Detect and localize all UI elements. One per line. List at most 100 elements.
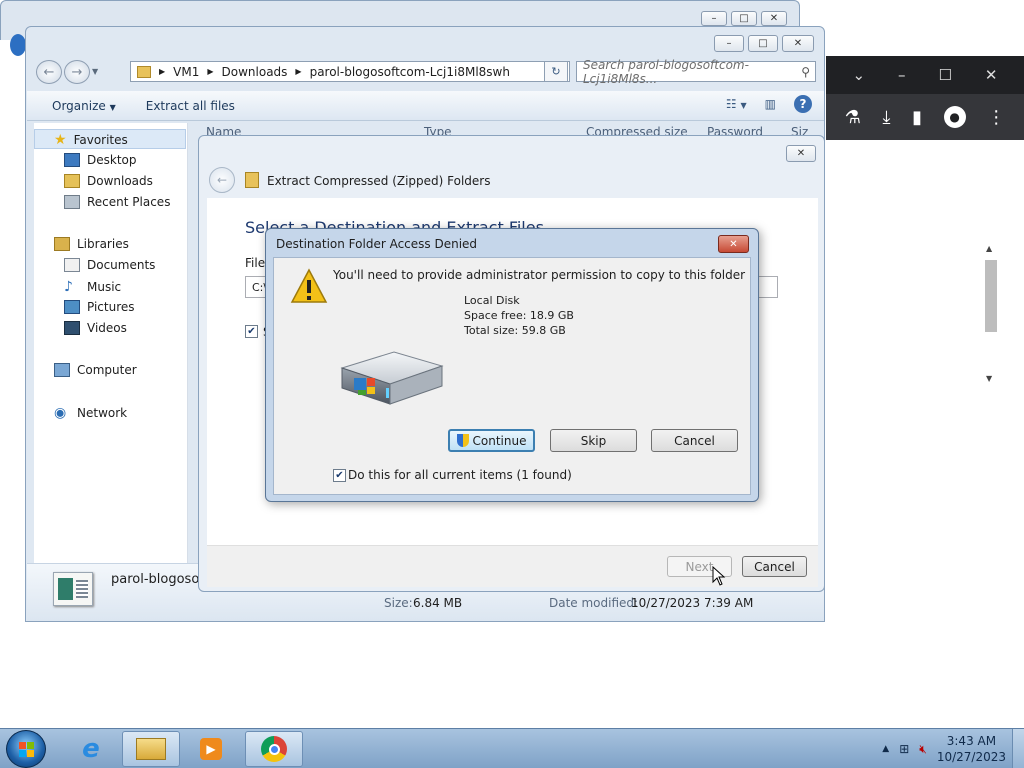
dialog-cancel-button[interactable]: Cancel	[651, 429, 738, 452]
clock-time: 3:43 AM	[946, 734, 997, 748]
organize-button[interactable]: Organize ▼	[52, 99, 116, 113]
mouse-cursor-icon	[712, 566, 726, 586]
recent-pages-icon[interactable]: ▼	[92, 67, 98, 76]
nav-libraries[interactable]: Libraries	[54, 237, 129, 251]
close-button[interactable]: ✕	[782, 35, 814, 52]
back-button[interactable]: ←	[36, 60, 62, 84]
search-icon[interactable]: ⚲	[801, 65, 810, 79]
command-bar: Organize ▼ Extract all files ☷ ▼ ▥ ?	[27, 91, 824, 121]
labs-icon[interactable]: ⚗	[845, 107, 861, 128]
nav-music[interactable]: ♪ Music	[64, 279, 121, 295]
folder-icon	[137, 65, 151, 78]
breadcrumb-downloads[interactable]: Downloads	[222, 65, 288, 79]
details-size-value: 6.84 MB	[413, 596, 463, 610]
network-icon: ◉	[54, 405, 67, 421]
close-button[interactable]: ✕	[786, 145, 816, 162]
nav-documents[interactable]: Documents	[64, 258, 155, 272]
minimize-button[interactable]: –	[701, 11, 727, 26]
taskbar-chrome[interactable]	[245, 731, 303, 767]
nav-pictures[interactable]: Pictures	[64, 300, 135, 314]
profile-icon[interactable]: ●	[943, 106, 966, 128]
show-hidden-icons-icon[interactable]: ▲	[882, 744, 889, 754]
shield-icon	[456, 434, 469, 447]
maximize-button[interactable]: □	[731, 11, 757, 26]
show-files-checkbox[interactable]: ✔	[245, 325, 258, 338]
chrome-titlebar: ⌄ – ☐ ✕	[826, 56, 1024, 94]
network-status-icon[interactable]: ⊞	[899, 742, 909, 756]
maximize-icon[interactable]: ☐	[939, 66, 952, 84]
chevron-down-icon[interactable]: ⌄	[852, 66, 865, 84]
disk-name: Local Disk	[464, 294, 520, 307]
downloads-folder-icon	[64, 174, 80, 188]
warning-icon	[290, 268, 328, 303]
search-input[interactable]: Search parol-blogosoftcom-Lcj1i8Ml8s... …	[576, 58, 816, 86]
breadcrumb-vm1[interactable]: VM1	[173, 65, 199, 79]
documents-icon	[64, 258, 80, 272]
nav-computer[interactable]: Computer	[54, 363, 137, 377]
nav-recent-places[interactable]: Recent Places	[64, 195, 170, 209]
nav-desktop[interactable]: Desktop	[64, 153, 137, 167]
star-icon: ★	[54, 132, 67, 148]
address-bar[interactable]: ▶ VM1 ▶ Downloads ▶ parol-blogosoftcom-L…	[130, 61, 570, 82]
close-icon[interactable]: ✕	[985, 66, 998, 84]
nav-pictures-label: Pictures	[87, 300, 135, 314]
minimize-button[interactable]: –	[714, 35, 744, 52]
do-for-all-checkbox[interactable]: ✔	[333, 469, 346, 482]
nav-favorites-label: Favorites	[73, 133, 128, 147]
nav-computer-label: Computer	[77, 363, 137, 377]
refresh-button[interactable]: ↻	[544, 61, 568, 82]
sidepanel-icon[interactable]: ▮	[912, 107, 922, 128]
taskbar-explorer[interactable]	[122, 731, 180, 767]
breadcrumb-separator-icon[interactable]: ▶	[159, 67, 165, 76]
scrollbar-thumb[interactable]	[985, 260, 997, 332]
recent-places-icon	[64, 195, 80, 209]
details-file-name: parol-blogosof	[111, 572, 204, 587]
scrollbar[interactable]: ▲ ▼	[984, 244, 998, 384]
maximize-button[interactable]: □	[748, 35, 778, 52]
close-button[interactable]: ✕	[718, 235, 749, 253]
minimize-icon[interactable]: –	[898, 66, 906, 84]
skip-button[interactable]: Skip	[550, 429, 637, 452]
nav-recent-label: Recent Places	[87, 195, 171, 209]
extract-all-button[interactable]: Extract all files	[146, 99, 235, 113]
taskbar-media-player[interactable]: ▶	[182, 731, 240, 767]
volume-muted-icon[interactable]: 🔇︎	[919, 742, 927, 757]
nav-downloads-label: Downloads	[87, 174, 153, 188]
download-icon[interactable]: ⤓	[883, 107, 891, 128]
nav-downloads[interactable]: Downloads	[64, 174, 153, 188]
wizard-back-button[interactable]: ←	[209, 167, 235, 193]
system-tray: ▲ ⊞ 🔇︎ 3:43 AM 10/27/2023	[882, 733, 1006, 765]
show-desktop-button[interactable]	[1012, 729, 1024, 768]
continue-button[interactable]: Continue	[448, 429, 535, 452]
details-modified-value: 10/27/2023 7:39 AM	[631, 596, 754, 610]
space-free: Space free: 18.9 GB	[464, 309, 574, 322]
menu-icon[interactable]: ⋮	[987, 107, 1005, 128]
libraries-icon	[54, 237, 70, 251]
nav-videos[interactable]: Videos	[64, 321, 127, 335]
forward-button[interactable]: →	[64, 60, 90, 84]
breadcrumb-separator-icon[interactable]: ▶	[207, 67, 213, 76]
scroll-down-icon[interactable]: ▼	[986, 374, 992, 383]
desktop-icon	[64, 153, 80, 167]
view-options-icon[interactable]: ☷ ▼	[726, 97, 747, 111]
wizard-cancel-button[interactable]: Cancel	[742, 556, 807, 577]
preview-pane-icon[interactable]: ▥	[765, 97, 776, 111]
breadcrumb-current[interactable]: parol-blogosoftcom-Lcj1i8Ml8swh	[310, 65, 510, 79]
nav-videos-label: Videos	[87, 321, 127, 335]
windows-logo-icon	[19, 742, 34, 757]
help-icon[interactable]: ?	[794, 95, 812, 113]
start-button[interactable]	[6, 730, 46, 768]
close-button[interactable]: ✕	[761, 11, 787, 26]
scroll-up-icon[interactable]: ▲	[986, 244, 992, 253]
nav-network[interactable]: ◉ Network	[54, 405, 127, 421]
access-denied-dialog: Destination Folder Access Denied ✕ You'l…	[265, 228, 759, 502]
nav-favorites[interactable]: ★ Favorites	[54, 132, 128, 148]
clock[interactable]: 3:43 AM 10/27/2023	[937, 733, 1006, 765]
taskbar-ie[interactable]: e	[62, 731, 120, 767]
file-thumbnail-icon	[53, 572, 93, 606]
nav-libraries-label: Libraries	[77, 237, 129, 251]
chrome-window: ⌄ – ☐ ✕ ⚗ ⤓ ▮ ● ⋮ ▲ ▼	[826, 56, 1024, 726]
details-modified-label: Date modified:	[549, 596, 639, 610]
breadcrumb-separator-icon[interactable]: ▶	[295, 67, 301, 76]
taskbar: e ▶ ▲ ⊞ 🔇︎ 3:43 AM 10/27/2023	[0, 728, 1024, 768]
